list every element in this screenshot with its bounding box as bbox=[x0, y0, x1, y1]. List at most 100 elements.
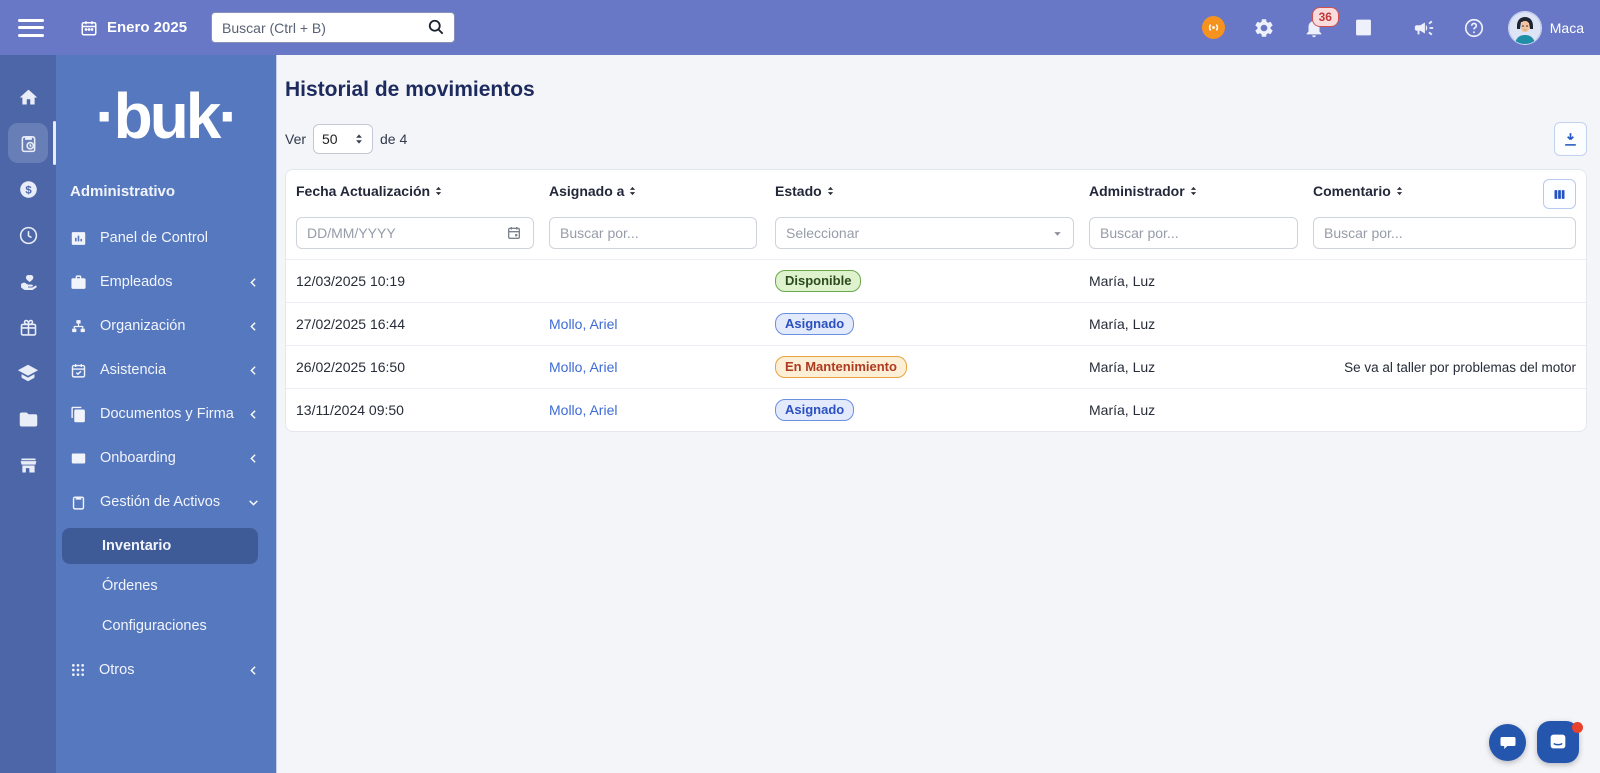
gift-icon[interactable] bbox=[8, 307, 48, 347]
main-content: Historial de movimientos Ver 50 de 4 Fec… bbox=[278, 55, 1600, 773]
table-row[interactable]: 13/11/2024 09:50 Mollo, Ariel Asignado M… bbox=[286, 388, 1586, 431]
table-row[interactable]: 12/03/2025 10:19 Disponible María, Luz bbox=[286, 259, 1586, 302]
page-title: Historial de movimientos bbox=[285, 78, 1587, 102]
download-icon bbox=[1562, 131, 1579, 148]
buk-logo[interactable]: ·buk· bbox=[56, 61, 276, 171]
sidebar-item-panel-de-control[interactable]: Panel de Control bbox=[56, 216, 276, 260]
chevron-left-icon bbox=[247, 276, 260, 289]
icon-rail: $ bbox=[0, 55, 56, 773]
administrador-filter-input[interactable] bbox=[1089, 217, 1298, 249]
employee-link[interactable]: Mollo, Ariel bbox=[549, 316, 617, 332]
chat-notification-dot bbox=[1572, 722, 1583, 733]
sidebar-item-label: Otros bbox=[99, 662, 134, 678]
column-header-fecha[interactable]: Fecha Actualización bbox=[296, 183, 549, 199]
cell-estado: Asignado bbox=[775, 399, 1089, 421]
estado-filter-select[interactable]: Seleccionar bbox=[775, 217, 1074, 249]
global-search bbox=[211, 12, 455, 43]
table-row[interactable]: 27/02/2025 16:44 Mollo, Ariel Asignado M… bbox=[286, 302, 1586, 345]
search-input[interactable] bbox=[211, 12, 455, 43]
sidebar-subitem-inventario[interactable]: Inventario bbox=[62, 528, 258, 564]
sidebar-subitem-configuraciones[interactable]: Configuraciones bbox=[62, 608, 258, 644]
top-navbar: Enero 2025 bbox=[0, 0, 1600, 55]
status-badge: Disponible bbox=[775, 270, 861, 292]
svg-text:$: $ bbox=[25, 184, 32, 196]
help-icon[interactable] bbox=[1454, 8, 1494, 48]
sidebar-item-asistencia[interactable]: Asistencia bbox=[56, 348, 276, 392]
sidebar-item-gestion-de-activos[interactable]: Gestión de Activos bbox=[56, 480, 276, 524]
download-button[interactable] bbox=[1554, 122, 1587, 156]
status-badge: Asignado bbox=[775, 399, 854, 421]
dollar-icon[interactable]: $ bbox=[8, 169, 48, 209]
gear-icon[interactable] bbox=[1244, 8, 1284, 48]
calendar-icon bbox=[80, 19, 98, 37]
columns-toggle-button[interactable] bbox=[1543, 179, 1576, 209]
chevron-down-icon bbox=[247, 496, 260, 509]
cell-estado: Disponible bbox=[775, 270, 1089, 292]
page-size-select[interactable]: 50 bbox=[313, 124, 373, 154]
cell-administrador: María, Luz bbox=[1089, 316, 1313, 332]
toolbar: Ver 50 de 4 bbox=[285, 122, 1587, 156]
chevron-left-icon bbox=[247, 664, 260, 677]
sidebar-item-label: Empleados bbox=[100, 274, 173, 290]
note-icon[interactable] bbox=[1344, 8, 1384, 48]
cell-asignado: Mollo, Ariel bbox=[549, 359, 775, 375]
notification-badge[interactable]: 36 bbox=[1312, 7, 1339, 27]
user-name: Maca bbox=[1550, 20, 1584, 36]
clock-icon[interactable] bbox=[8, 215, 48, 255]
clipboard-clock-icon[interactable] bbox=[8, 123, 48, 163]
period-selector[interactable]: Enero 2025 bbox=[80, 19, 187, 37]
table-row[interactable]: 26/02/2025 16:50 Mollo, Ariel En Manteni… bbox=[286, 345, 1586, 388]
asignado-filter-input[interactable] bbox=[549, 217, 757, 249]
cell-administrador: María, Luz bbox=[1089, 273, 1313, 289]
cell-comentario: Se va al taller por problemas del motor bbox=[1313, 360, 1576, 375]
status-badge: En Mantenimiento bbox=[775, 356, 907, 378]
broadcast-icon[interactable] bbox=[1194, 8, 1234, 48]
sort-icon bbox=[1395, 185, 1404, 197]
sidebar-item-empleados[interactable]: Empleados bbox=[56, 260, 276, 304]
sidebar-subitem-label: Configuraciones bbox=[102, 618, 207, 634]
sidebar-item-otros[interactable]: Otros bbox=[56, 648, 276, 692]
calendar-check-icon bbox=[70, 362, 87, 379]
search-icon[interactable] bbox=[426, 17, 446, 37]
cell-administrador: María, Luz bbox=[1089, 359, 1313, 375]
home-icon[interactable] bbox=[8, 77, 48, 117]
store-icon[interactable] bbox=[8, 445, 48, 485]
graduation-icon[interactable] bbox=[8, 353, 48, 393]
period-label: Enero 2025 bbox=[107, 19, 187, 36]
column-header-asignado[interactable]: Asignado a bbox=[549, 183, 775, 199]
column-header-comentario[interactable]: Comentario bbox=[1313, 183, 1543, 199]
sort-icon bbox=[628, 185, 637, 197]
pager-ver-label: Ver bbox=[285, 131, 306, 147]
sidebar-item-label: Documentos y Firma bbox=[100, 406, 234, 422]
column-header-estado[interactable]: Estado bbox=[775, 183, 1089, 199]
sidebar-subitem-ordenes[interactable]: Órdenes bbox=[62, 568, 258, 604]
caret-down-icon bbox=[1052, 228, 1063, 239]
user-avatar[interactable] bbox=[1508, 11, 1542, 45]
employee-link[interactable]: Mollo, Ariel bbox=[549, 402, 617, 418]
speech-bubble-icon bbox=[1499, 734, 1517, 752]
sidebar-item-label: Organización bbox=[100, 318, 185, 334]
megaphone-icon[interactable] bbox=[1404, 8, 1444, 48]
documents-icon bbox=[70, 406, 87, 423]
speech-bubble-button[interactable] bbox=[1489, 724, 1526, 761]
employee-link[interactable]: Mollo, Ariel bbox=[549, 359, 617, 375]
briefcase-icon bbox=[70, 274, 87, 291]
folder-icon[interactable] bbox=[8, 399, 48, 439]
sidebar-item-label: Onboarding bbox=[100, 450, 176, 466]
cell-fecha: 26/02/2025 16:50 bbox=[296, 359, 549, 375]
calendar-icon[interactable] bbox=[506, 225, 522, 241]
fecha-filter-input[interactable] bbox=[296, 217, 534, 249]
hand-heart-icon[interactable] bbox=[8, 261, 48, 301]
comentario-filter-input[interactable] bbox=[1313, 217, 1576, 249]
cell-estado: Asignado bbox=[775, 313, 1089, 335]
sidebar-item-organizacion[interactable]: Organización bbox=[56, 304, 276, 348]
sidebar-menu: Panel de Control Empleados Organización bbox=[56, 216, 276, 692]
pager-of-label: de 4 bbox=[380, 131, 407, 147]
sidebar-item-documentos-y-firma[interactable]: Documentos y Firma bbox=[56, 392, 276, 436]
hamburger-icon[interactable] bbox=[18, 19, 44, 37]
sidebar-item-onboarding[interactable]: Onboarding bbox=[56, 436, 276, 480]
column-header-administrador[interactable]: Administrador bbox=[1089, 183, 1313, 199]
sidebar-subitem-label: Inventario bbox=[102, 538, 171, 554]
bell-icon[interactable]: 36 bbox=[1294, 8, 1334, 48]
org-chart-icon bbox=[70, 318, 87, 335]
